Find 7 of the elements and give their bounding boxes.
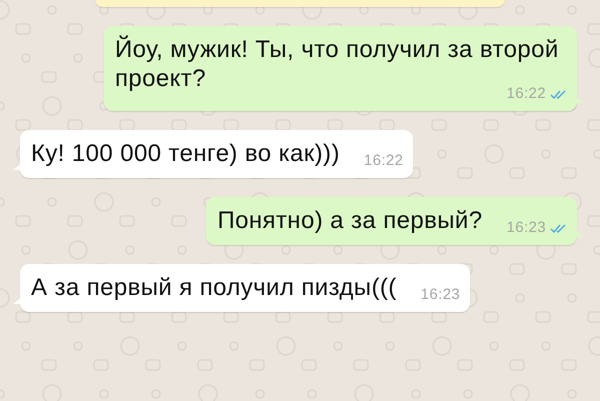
message-text: Понятно) а за первый? [217, 206, 482, 235]
message-text: А за первый я получил пизды((( [31, 273, 397, 302]
message-time: 16:22 [364, 152, 404, 170]
message-time: 16:23 [506, 219, 546, 237]
message-text: Ку! 100 000 тенге) во как))) [31, 139, 340, 168]
message-time: 16:23 [420, 286, 460, 304]
message-time: 16:22 [506, 85, 546, 103]
